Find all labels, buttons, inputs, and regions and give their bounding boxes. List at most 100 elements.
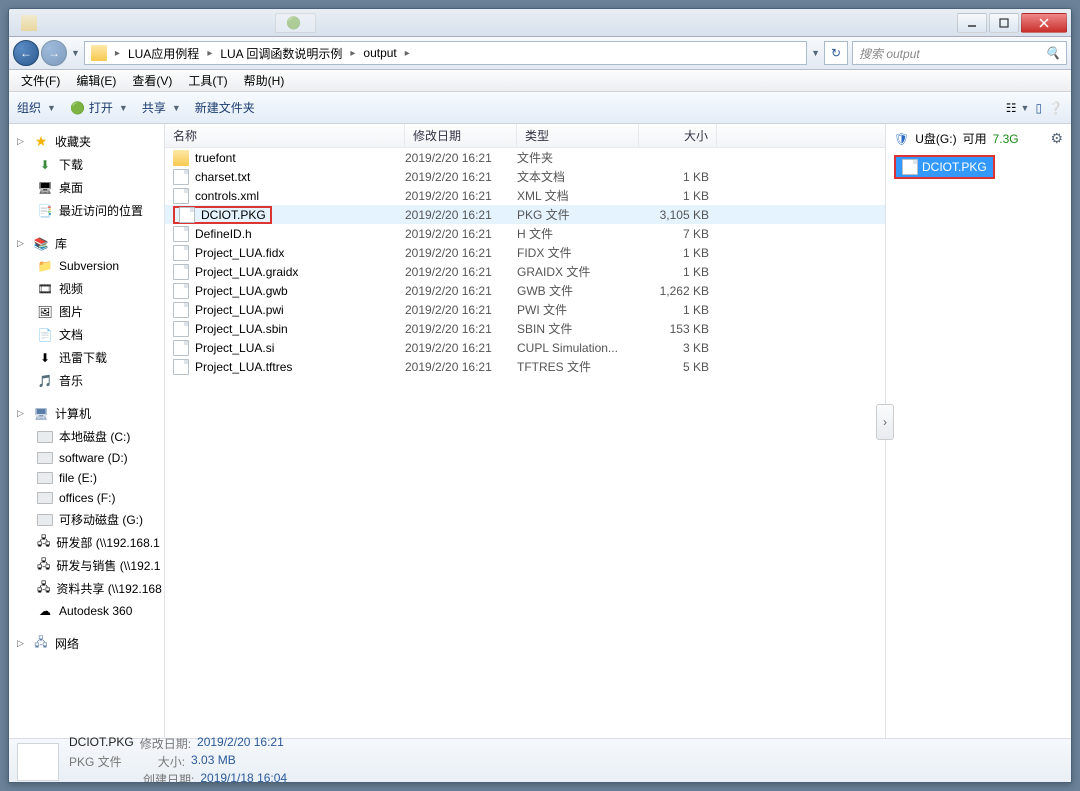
nav-favorites-header[interactable]: ▷★收藏夹 (9, 130, 164, 153)
col-size[interactable]: 大小 (639, 124, 717, 147)
file-icon (902, 159, 918, 175)
gear-icon[interactable]: ⚙ (1050, 130, 1063, 147)
refresh-button[interactable]: ↻ (824, 41, 848, 65)
file-row[interactable]: Project_LUA.fidx2019/2/20 16:21FIDX 文件1 … (165, 243, 885, 262)
nav-item-recent[interactable]: 📑最近访问的位置 (9, 199, 164, 222)
chevron-right-icon[interactable]: ▸ (348, 48, 357, 59)
col-type[interactable]: 类型 (517, 124, 639, 147)
minimize-button[interactable] (957, 13, 987, 33)
drive-icon (37, 431, 53, 443)
menu-help[interactable]: 帮助(H) (238, 70, 291, 91)
nav-item-desktop[interactable]: 🖥桌面 (9, 176, 164, 199)
nav-item[interactable]: 🖼图片 (9, 300, 164, 323)
network-icon: 🖧 (33, 636, 49, 652)
close-button[interactable] (1021, 13, 1067, 33)
file-icon (173, 321, 189, 337)
nav-item[interactable]: 🖧资料共享 (\\192.168 (9, 577, 164, 600)
file-type: PWI 文件 (517, 301, 639, 318)
menu-view[interactable]: 查看(V) (126, 70, 178, 91)
nav-item[interactable]: 🖧研发部 (\\192.168.1 (9, 531, 164, 554)
file-icon (173, 302, 189, 318)
nav-item[interactable]: offices (F:) (9, 488, 164, 508)
file-date: 2019/2/20 16:21 (405, 151, 517, 165)
nav-item[interactable]: 📄文档 (9, 323, 164, 346)
side-selected-file[interactable]: DCIOT.PKG (894, 155, 995, 179)
file-row[interactable]: Project_LUA.pwi2019/2/20 16:21PWI 文件1 KB (165, 300, 885, 319)
nav-item[interactable]: ⬇迅雷下载 (9, 346, 164, 369)
nav-libraries-header[interactable]: ▷📚库 (9, 232, 164, 255)
help-button[interactable]: ❔ (1048, 101, 1063, 115)
file-row[interactable]: Project_LUA.si2019/2/20 16:21CUPL Simula… (165, 338, 885, 357)
file-list[interactable]: truefont2019/2/20 16:21文件夹charset.txt201… (165, 148, 885, 738)
address-dropdown[interactable]: ▼ (811, 48, 820, 58)
crumb-0[interactable]: LUA应用例程 (122, 42, 205, 64)
nav-item[interactable]: 📁Subversion (9, 255, 164, 277)
nav-item[interactable]: 🎵音乐 (9, 369, 164, 392)
available-label: 可用 (963, 130, 987, 147)
nav-item[interactable]: software (D:) (9, 448, 164, 468)
nav-item[interactable]: 可移动磁盘 (G:) (9, 508, 164, 531)
file-name: Project_LUA.fidx (195, 246, 284, 260)
nav-item[interactable]: 🖧研发与销售 (\\192.1 (9, 554, 164, 577)
preview-pane-button[interactable]: ▯ (1035, 101, 1042, 115)
drive-icon (37, 472, 53, 484)
menu-bar: 文件(F) 编辑(E) 查看(V) 工具(T) 帮助(H) (9, 70, 1071, 92)
new-folder-button[interactable]: 新建文件夹 (195, 99, 255, 116)
file-type: GRAIDX 文件 (517, 263, 639, 280)
navigation-pane[interactable]: ▷★收藏夹 ⬇下载 🖥桌面 📑最近访问的位置 ▷📚库 📁Subversion 🎞… (9, 124, 165, 738)
col-name[interactable]: 名称 (165, 124, 405, 147)
crumb-2[interactable]: output (357, 42, 402, 64)
file-row[interactable]: Project_LUA.gwb2019/2/20 16:21GWB 文件1,26… (165, 281, 885, 300)
file-type: 文件夹 (517, 149, 639, 166)
nav-item-downloads[interactable]: ⬇下载 (9, 153, 164, 176)
chevron-right-icon[interactable]: ▸ (205, 48, 214, 59)
content-pane: 名称 修改日期 类型 大小 truefont2019/2/20 16:21文件夹… (165, 124, 886, 738)
nav-item[interactable]: 🎞视频 (9, 277, 164, 300)
col-date[interactable]: 修改日期 (405, 124, 517, 147)
breadcrumb-bar[interactable]: ▸ LUA应用例程 ▸ LUA 回调函数说明示例 ▸ output ▸ (84, 41, 807, 65)
file-date: 2019/2/20 16:21 (405, 227, 517, 241)
nav-network-header[interactable]: ▷🖧网络 (9, 632, 164, 655)
file-row[interactable]: Project_LUA.sbin2019/2/20 16:21SBIN 文件15… (165, 319, 885, 338)
file-row[interactable]: DefineID.h2019/2/20 16:21H 文件7 KB (165, 224, 885, 243)
file-type: TFTRES 文件 (517, 358, 639, 375)
file-icon (173, 245, 189, 261)
file-type: XML 文档 (517, 187, 639, 204)
nav-item[interactable]: file (E:) (9, 468, 164, 488)
shield-icon: 🛡 (894, 132, 909, 146)
file-row[interactable]: controls.xml2019/2/20 16:21XML 文档1 KB (165, 186, 885, 205)
maximize-button[interactable] (989, 13, 1019, 33)
open-button[interactable]: 🟢打开▼ (70, 99, 128, 116)
chevron-right-icon[interactable]: ▸ (113, 48, 122, 59)
search-input[interactable]: 搜索 output 🔍 (852, 41, 1067, 65)
file-icon (173, 283, 189, 299)
back-button[interactable]: ← (13, 40, 39, 66)
nav-computer-header[interactable]: ▷🖥计算机 (9, 402, 164, 425)
drive-header: 🛡 U盘(G:) 可用 7.3G (894, 130, 1019, 147)
crumb-1[interactable]: LUA 回调函数说明示例 (214, 42, 348, 64)
menu-edit[interactable]: 编辑(E) (70, 70, 122, 91)
file-row[interactable]: charset.txt2019/2/20 16:21文本文档1 KB (165, 167, 885, 186)
menu-file[interactable]: 文件(F) (15, 70, 66, 91)
file-row[interactable]: Project_LUA.tftres2019/2/20 16:21TFTRES … (165, 357, 885, 376)
menu-tools[interactable]: 工具(T) (182, 70, 233, 91)
file-icon (173, 359, 189, 375)
organize-button[interactable]: 组织▼ (17, 99, 56, 116)
details-name: DCIOT.PKG (69, 735, 134, 752)
forward-button[interactable]: → (41, 40, 67, 66)
collapse-preview-button[interactable]: › (876, 404, 894, 440)
file-size: 153 KB (639, 322, 717, 336)
file-row[interactable]: truefont2019/2/20 16:21文件夹 (165, 148, 885, 167)
nav-item[interactable]: 本地磁盘 (C:) (9, 425, 164, 448)
view-button[interactable]: ☷▼ (1006, 101, 1030, 115)
file-size: 1 KB (639, 303, 717, 317)
chevron-right-icon[interactable]: ▸ (403, 48, 412, 59)
share-button[interactable]: 共享▼ (142, 99, 181, 116)
collapse-icon: ▷ (17, 238, 27, 249)
nav-item[interactable]: ☁Autodesk 360 (9, 600, 164, 622)
details-pane: DCIOT.PKG 修改日期: 2019/2/20 16:21 PKG 文件 大… (9, 738, 1071, 783)
file-row[interactable]: DCIOT.PKG2019/2/20 16:21PKG 文件3,105 KB (165, 205, 885, 224)
folder-icon: 📁 (37, 258, 53, 274)
history-dropdown[interactable]: ▼ (71, 48, 80, 58)
file-row[interactable]: Project_LUA.graidx2019/2/20 16:21GRAIDX … (165, 262, 885, 281)
